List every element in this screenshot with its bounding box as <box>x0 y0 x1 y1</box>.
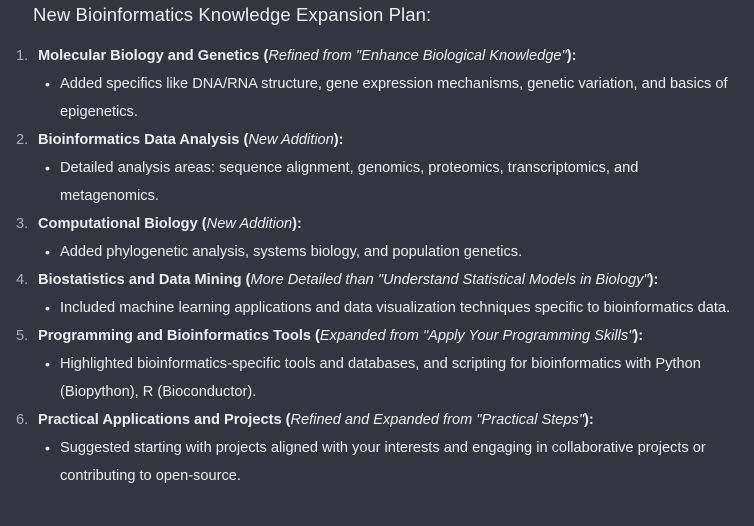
item-detail: • Highlighted bioinformatics-specific too… <box>0 350 754 406</box>
item-note: Refined from "Enhance Biological Knowled… <box>268 48 567 64</box>
item-header: Bioinformatics Data Analysis (New Additi… <box>38 132 344 148</box>
item-number: 4. <box>16 272 29 288</box>
item-header: Biostatistics and Data Mining (More Deta… <box>38 272 659 288</box>
item-detail: • Added phylogenetic analysis, systems bi… <box>0 238 754 266</box>
chat-message: New Bioinformatics Knowledge Expansion P… <box>0 0 754 526</box>
item-title: Programming and Bioinformatics Tools <box>38 328 311 344</box>
item-detail: • Detailed analysis areas: sequence align… <box>0 154 754 210</box>
plan-item-6: 6. Practical Applications and Projects (… <box>0 406 754 490</box>
item-number: 1. <box>16 48 29 64</box>
plan-item-5: 5. Programming and Bioinformatics Tools … <box>0 322 754 406</box>
plan-item-2: 2. Bioinformatics Data Analysis (New Add… <box>0 126 754 210</box>
item-note: More Detailed than "Understand Statistic… <box>250 272 649 288</box>
bullet-icon: • <box>45 244 50 260</box>
bullet-icon: • <box>45 300 50 316</box>
item-detail-text: Added specifics like DNA/RNA structure, … <box>60 76 728 120</box>
bullet-icon: • <box>45 76 50 92</box>
item-title: Biostatistics and Data Mining <box>38 272 242 288</box>
item-title: Computational Biology <box>38 216 198 232</box>
item-detail-text: Detailed analysis areas: sequence alignm… <box>60 160 639 204</box>
plan-item-4: 4. Biostatistics and Data Mining (More D… <box>0 266 754 322</box>
item-note: New Addition <box>206 216 293 232</box>
item-title: Practical Applications and Projects <box>38 412 282 428</box>
item-number: 2. <box>16 132 29 148</box>
item-note: Refined and Expanded from "Practical Ste… <box>290 412 584 428</box>
item-title: Bioinformatics Data Analysis <box>38 132 240 148</box>
item-sublist: • Added specifics like DNA/RNA structure,… <box>0 70 754 126</box>
item-sublist: • Suggested starting with projects aligne… <box>0 434 754 490</box>
item-detail: • Added specifics like DNA/RNA structure,… <box>0 70 754 126</box>
item-note: Expanded from "Apply Your Programming Sk… <box>319 328 634 344</box>
bullet-icon: • <box>45 440 50 456</box>
plan-heading: New Bioinformatics Knowledge Expansion P… <box>33 4 432 25</box>
item-sublist: • Highlighted bioinformatics-specific too… <box>0 350 754 406</box>
bullet-icon: • <box>45 356 50 372</box>
item-number: 3. <box>16 216 29 232</box>
item-detail: • Included machine learning applications … <box>0 294 754 322</box>
item-number: 6. <box>16 412 29 428</box>
item-sublist: • Included machine learning applications … <box>0 294 754 322</box>
item-header: Practical Applications and Projects (Ref… <box>38 412 594 428</box>
plan-list: 1. Molecular Biology and Genetics (Refin… <box>0 42 754 490</box>
item-number: 5. <box>16 328 29 344</box>
item-detail-text: Included machine learning applications a… <box>60 300 731 316</box>
item-detail: • Suggested starting with projects aligne… <box>0 434 754 490</box>
item-sublist: • Added phylogenetic analysis, systems bi… <box>0 238 754 266</box>
item-detail-text: Suggested starting with projects aligned… <box>60 440 706 484</box>
bullet-icon: • <box>45 160 50 176</box>
item-sublist: • Detailed analysis areas: sequence align… <box>0 154 754 210</box>
plan-item-1: 1. Molecular Biology and Genetics (Refin… <box>0 42 754 126</box>
item-title: Molecular Biology and Genetics <box>38 48 260 64</box>
item-detail-text: Highlighted bioinformatics-specific tool… <box>60 356 701 400</box>
item-note: New Addition <box>248 132 334 148</box>
item-header: Programming and Bioinformatics Tools (Ex… <box>38 328 644 344</box>
item-header: Molecular Biology and Genetics (Refined … <box>38 48 577 64</box>
item-detail-text: Added phylogenetic analysis, systems bio… <box>60 244 523 260</box>
plan-item-3: 3. Computational Biology (New Addition):… <box>0 210 754 266</box>
item-header: Computational Biology (New Addition): <box>38 216 302 232</box>
